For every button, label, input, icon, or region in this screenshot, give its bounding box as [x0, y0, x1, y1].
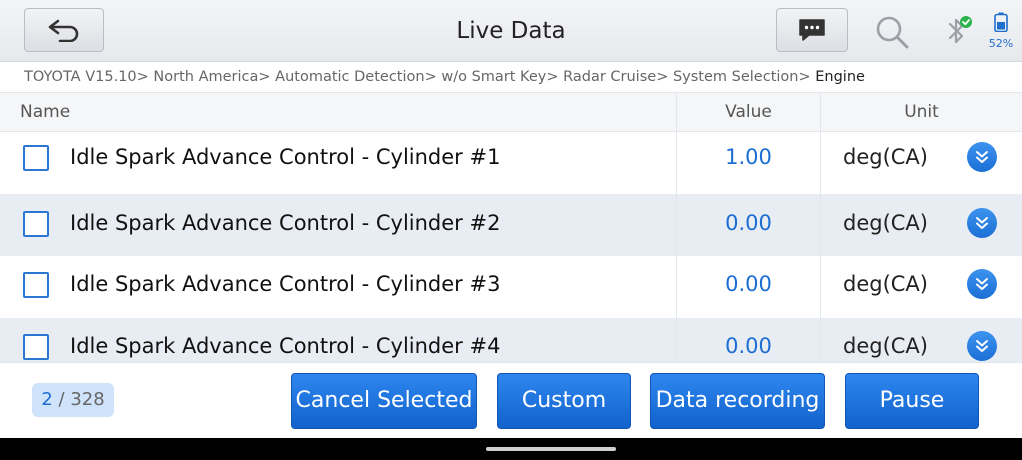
- cancel-selected-button[interactable]: Cancel Selected: [291, 373, 477, 429]
- row-checkbox[interactable]: [23, 272, 49, 298]
- expand-button[interactable]: [967, 208, 997, 238]
- bluetooth-icon: [948, 16, 972, 44]
- expand-button[interactable]: [967, 142, 997, 172]
- breadcrumb-item[interactable]: North America: [153, 69, 258, 85]
- row-checkbox[interactable]: [23, 211, 49, 237]
- page-total: 328: [70, 389, 105, 410]
- battery-indicator: 52%: [986, 12, 1016, 50]
- battery-icon: [994, 12, 1008, 33]
- expand-button[interactable]: [967, 331, 997, 361]
- row-unit: deg(CA): [820, 194, 950, 256]
- row-unit: deg(CA): [820, 256, 950, 318]
- row-name: Idle Spark Advance Control - Cylinder #1: [70, 145, 501, 169]
- custom-button[interactable]: Custom: [497, 373, 631, 429]
- row-value: 0.00: [676, 194, 820, 256]
- live-data-screen: Live Data 52% TOYOTA V15.10> North Ameri…: [0, 0, 1022, 460]
- chevron-double-down-icon: [976, 217, 988, 229]
- row-checkbox[interactable]: [23, 145, 49, 171]
- message-icon: [799, 19, 825, 41]
- breadcrumb-item[interactable]: Radar Cruise: [563, 69, 656, 85]
- expand-button[interactable]: [967, 269, 997, 299]
- live-data-table: Name Value Unit Idle Spark Advance Contr…: [0, 92, 1022, 362]
- breadcrumb-item[interactable]: TOYOTA V15.10: [24, 69, 137, 85]
- search-icon: [876, 16, 909, 49]
- table-row[interactable]: Idle Spark Advance Control - Cylinder #3…: [0, 256, 1022, 318]
- page-current: 2: [41, 389, 53, 410]
- table-row[interactable]: Idle Spark Advance Control - Cylinder #2…: [0, 194, 1022, 256]
- page-separator: /: [58, 389, 65, 410]
- table-row[interactable]: Idle Spark Advance Control - Cylinder #1…: [0, 132, 1022, 194]
- column-header-name: Name: [20, 102, 71, 122]
- row-value: 1.00: [676, 132, 820, 194]
- pause-button[interactable]: Pause: [845, 373, 979, 429]
- row-name: Idle Spark Advance Control - Cylinder #4: [70, 334, 501, 358]
- system-navigation-bar: [0, 438, 1022, 460]
- breadcrumb: TOYOTA V15.10> North America> Automatic …: [24, 69, 865, 85]
- row-unit: deg(CA): [820, 132, 950, 194]
- row-value: 0.00: [676, 256, 820, 318]
- message-button[interactable]: [776, 8, 848, 52]
- search-button[interactable]: [872, 12, 912, 52]
- back-arrow-icon: [48, 19, 79, 42]
- battery-percent: 52%: [988, 37, 1014, 50]
- row-name: Idle Spark Advance Control - Cylinder #2: [70, 211, 501, 235]
- table-row[interactable]: Idle Spark Advance Control - Cylinder #4…: [0, 318, 1022, 362]
- breadcrumb-item[interactable]: System Selection: [673, 69, 799, 85]
- column-header-value: Value: [676, 93, 820, 133]
- breadcrumb-item[interactable]: w/o Smart Key: [441, 69, 546, 85]
- row-unit: deg(CA): [820, 318, 950, 362]
- header-bar: Live Data 52%: [0, 0, 1022, 62]
- row-value: 0.00: [676, 318, 820, 362]
- row-checkbox[interactable]: [23, 334, 49, 360]
- row-name: Idle Spark Advance Control - Cylinder #3: [70, 272, 501, 296]
- table-header: Name Value Unit: [0, 92, 1022, 133]
- chevron-double-down-icon: [976, 151, 988, 163]
- home-gesture-handle[interactable]: [486, 447, 616, 451]
- breadcrumb-item[interactable]: Automatic Detection: [275, 69, 424, 85]
- chevron-double-down-icon: [976, 340, 988, 352]
- column-header-unit: Unit: [820, 93, 1022, 133]
- footer-toolbar: 2 / 328 Cancel Selected Custom Data reco…: [0, 362, 1022, 438]
- data-recording-button[interactable]: Data recording: [650, 373, 825, 429]
- back-button[interactable]: [24, 8, 104, 52]
- page-indicator: 2 / 328: [32, 383, 114, 417]
- chevron-double-down-icon: [976, 278, 988, 290]
- page-title: Live Data: [456, 18, 566, 44]
- breadcrumb-current: Engine: [815, 69, 865, 85]
